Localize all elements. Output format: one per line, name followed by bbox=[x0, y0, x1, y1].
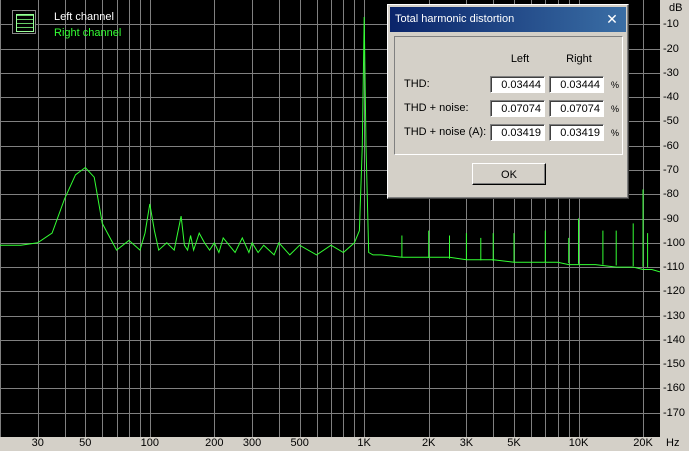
row-thd-noise-label: THD + noise: bbox=[404, 102, 469, 114]
thd-right-field[interactable]: 0.03444 bbox=[549, 76, 604, 93]
y-tick-label: -130 bbox=[663, 309, 686, 322]
y-tick-label: -160 bbox=[663, 382, 686, 395]
x-tick-label: 1K bbox=[357, 437, 371, 449]
y-tick-label: -150 bbox=[663, 358, 686, 371]
thd-noise-a-left-field[interactable]: 0.03419 bbox=[490, 124, 545, 141]
thd-noise-unit: % bbox=[611, 104, 620, 114]
x-tick-label: 500 bbox=[290, 437, 309, 449]
x-tick-label: 50 bbox=[79, 437, 92, 449]
y-axis: dB -10 -20 -30 -40 -50 -60 -70 -80 -90 -100 -110 -1… bbox=[660, 0, 689, 451]
column-left-header: Left bbox=[510, 53, 530, 65]
thd-unit: % bbox=[611, 80, 620, 90]
dialog-title: Total harmonic distortion bbox=[395, 13, 515, 25]
y-tick-label: -90 bbox=[663, 212, 679, 225]
x-tick-label: 20K bbox=[633, 437, 653, 449]
thd-noise-a-unit: % bbox=[611, 128, 620, 138]
y-tick-label: -20 bbox=[663, 42, 679, 55]
x-axis: Hz 30 50 100 200 300 500 1K 2K 3K 5K 10K 20K bbox=[0, 437, 689, 451]
row-thd-label: THD: bbox=[404, 78, 430, 90]
y-tick-label: -110 bbox=[663, 261, 685, 274]
x-tick-label: 30 bbox=[31, 437, 44, 449]
x-tick-label: 3K bbox=[459, 437, 474, 449]
ok-button[interactable]: OK bbox=[472, 163, 546, 185]
y-tick-label: -100 bbox=[663, 236, 686, 249]
y-tick-label: -30 bbox=[663, 66, 679, 79]
y-tick-label: -10 bbox=[663, 18, 679, 31]
thd-left-field[interactable]: 0.03444 bbox=[490, 76, 545, 93]
y-tick-label: -50 bbox=[663, 115, 679, 128]
x-tick-label: 2K bbox=[421, 437, 436, 449]
row-thd-noise-a-label: THD + noise (A): bbox=[404, 126, 487, 138]
thd-noise-left-field[interactable]: 0.07074 bbox=[490, 100, 545, 117]
dialog-panel: Left Right THD: 0.03444 0.03444 % THD + … bbox=[394, 36, 623, 155]
legend-toggle-icon[interactable] bbox=[12, 10, 36, 34]
y-tick-label: -140 bbox=[663, 333, 686, 346]
column-right-header: Right bbox=[566, 53, 592, 65]
legend-right-channel: Right channel bbox=[54, 27, 122, 39]
y-tick-label: -80 bbox=[663, 188, 679, 201]
y-tick-label: -170 bbox=[663, 406, 686, 419]
x-tick-label: 300 bbox=[242, 437, 262, 449]
thd-noise-right-field[interactable]: 0.07074 bbox=[549, 100, 604, 117]
y-unit-label: dB bbox=[669, 2, 683, 14]
close-icon[interactable]: ✕ bbox=[604, 11, 620, 27]
y-tick-label: -120 bbox=[663, 285, 686, 298]
thd-dialog: Total harmonic distortion ✕ Left Right T… bbox=[387, 4, 629, 199]
y-tick-label: -60 bbox=[663, 139, 679, 152]
y-tick-label: -70 bbox=[663, 163, 679, 176]
x-tick-label: 200 bbox=[205, 437, 224, 449]
x-unit-label: Hz bbox=[666, 437, 680, 449]
x-tick-label: 100 bbox=[140, 437, 159, 449]
thd-noise-a-right-field[interactable]: 0.03419 bbox=[549, 124, 604, 141]
legend-left-channel: Left channel bbox=[54, 11, 114, 23]
y-tick-label: -40 bbox=[663, 91, 679, 104]
x-tick-label: 10K bbox=[568, 437, 589, 449]
dialog-title-bar[interactable]: Total harmonic distortion ✕ bbox=[390, 7, 626, 32]
x-tick-label: 5K bbox=[507, 437, 521, 449]
